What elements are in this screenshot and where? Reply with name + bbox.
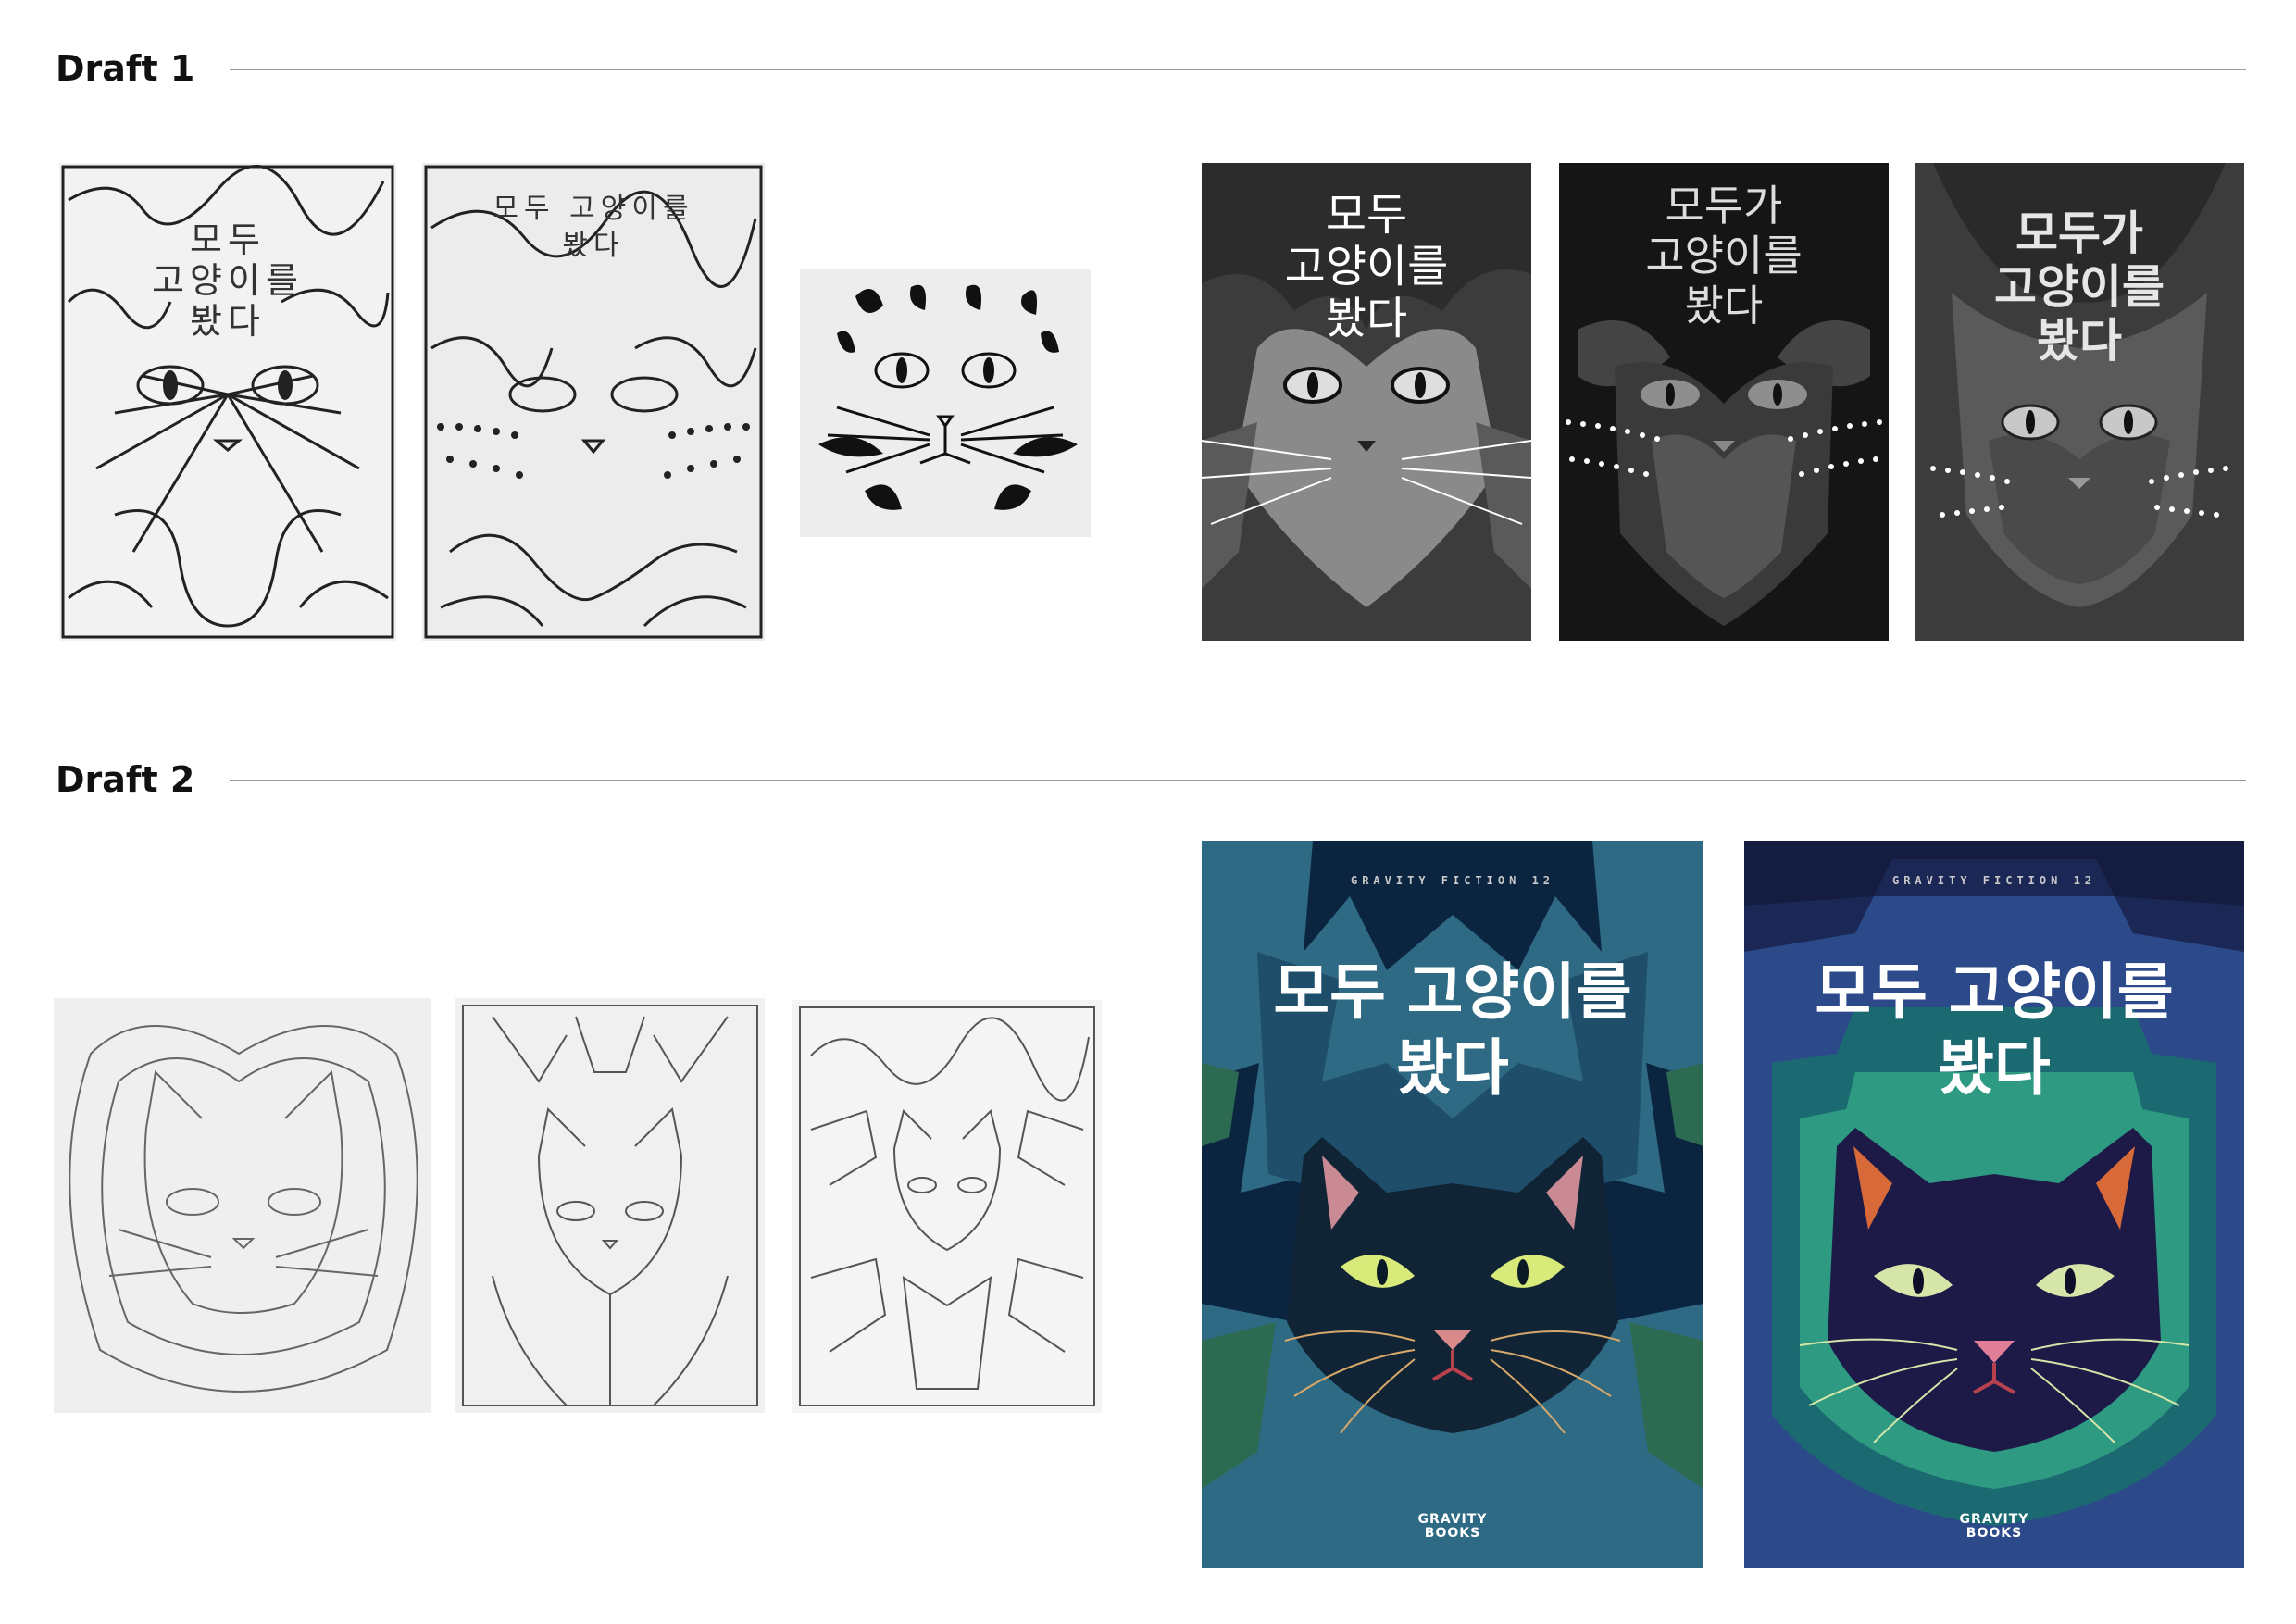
draft2-sketch-3 xyxy=(792,1000,1102,1413)
draft2-sketch-2 xyxy=(455,998,765,1413)
cat-pencil-sketch xyxy=(799,1006,1095,1406)
sketch-title-line: 모두 고양이를 xyxy=(493,193,694,225)
sketch-title-line: 봤다 xyxy=(562,230,625,262)
draft1-cover-2: 모두가 고양이를 봤다 xyxy=(1559,163,1889,641)
publisher-logo-line: GRAVITY xyxy=(1959,1512,2029,1527)
draft1-sketch-2: 모두 고양이를 봤다 xyxy=(422,163,765,641)
cat-pencil-sketch xyxy=(462,1005,758,1406)
sketch-title-line: 봤다 xyxy=(190,301,266,342)
draft2-sketch-1 xyxy=(54,998,431,1413)
draft2-cover-navy: GRAVITY FICTION 12 모두 고양이를 봤다 GRAVITY BO… xyxy=(1744,841,2244,1568)
cat-ink-illustration xyxy=(818,284,1078,510)
section-divider xyxy=(230,69,2246,70)
cover-title-line: 봤다 xyxy=(1325,293,1408,344)
cover-title-line: 봤다 xyxy=(1396,1032,1509,1104)
series-label: GRAVITY FICTION 12 xyxy=(1350,874,1555,887)
section-divider xyxy=(230,780,2246,781)
publisher-logo-line: BOOKS xyxy=(1424,1526,1481,1541)
series-label: GRAVITY FICTION 12 xyxy=(1891,874,2097,887)
publisher-logo-line: BOOKS xyxy=(1965,1526,2023,1541)
draft1-ink-cat xyxy=(800,269,1091,537)
draft1-cover-3: 모두가 고양이를 봤다 xyxy=(1915,163,2244,641)
cat-pencil-sketch xyxy=(69,1025,418,1393)
cover-title-line: 봤다 xyxy=(2037,314,2122,368)
cover-title-line: 봤다 xyxy=(1938,1032,2051,1104)
cover-title-line: 봤다 xyxy=(1684,281,1764,331)
draft1-cover-1: 모두 고양이를 봤다 xyxy=(1202,163,1531,641)
section-title-draft-2: Draft 2 xyxy=(56,759,195,800)
section-title-draft-1: Draft 1 xyxy=(56,48,195,89)
draft1-sketch-1: 모두 고양이를 봤다 xyxy=(59,163,396,641)
draft2-cover-teal: GRAVITY FICTION 12 모두 고양이를 봤다 GRAVITY BO… xyxy=(1202,841,1703,1568)
publisher-logo-line: GRAVITY xyxy=(1417,1512,1488,1527)
